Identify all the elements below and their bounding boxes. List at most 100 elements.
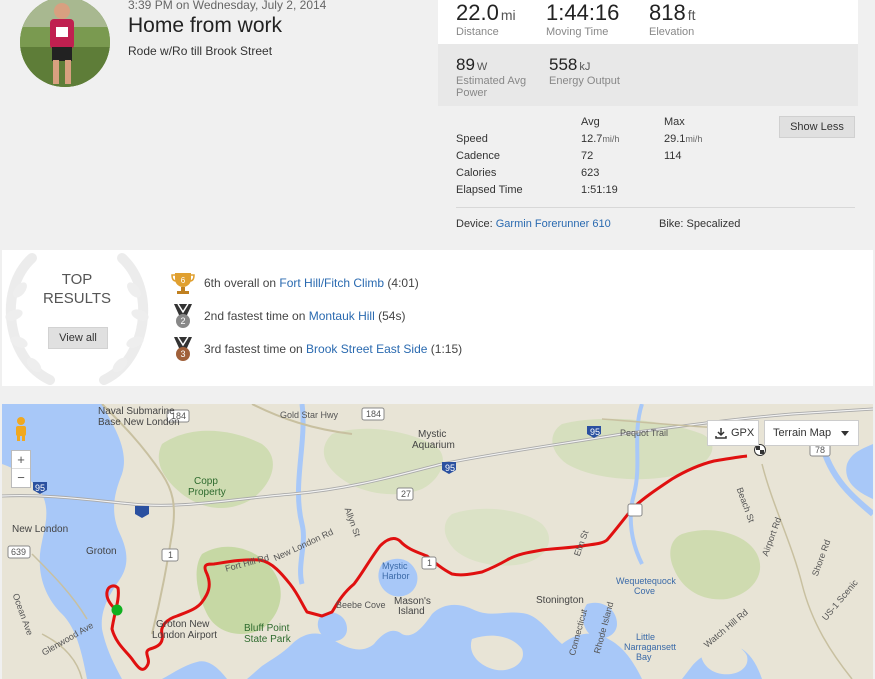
map-label: Aquarium bbox=[412, 440, 455, 451]
trophy-icon: 6 bbox=[171, 273, 195, 294]
map-label: Gold Star Hwy bbox=[280, 410, 339, 420]
map-label: State Park bbox=[244, 634, 291, 645]
caret-down-icon bbox=[841, 431, 849, 436]
details-row-cadence: Cadence 72 114 bbox=[456, 150, 856, 166]
stat-elevation: 818 ft Elevation bbox=[649, 0, 696, 38]
medal-rank: 3 bbox=[180, 349, 185, 359]
row-avg: 12.7mi/h bbox=[581, 133, 619, 145]
map-label: Mystic bbox=[382, 561, 408, 571]
result-prefix: 3rd fastest time on bbox=[204, 342, 307, 356]
segment-link[interactable]: Brook Street East Side bbox=[306, 342, 427, 356]
avg-header: Avg bbox=[581, 116, 600, 128]
row-label: Speed bbox=[456, 133, 488, 145]
zoom-out-button[interactable]: − bbox=[12, 469, 30, 487]
avatar[interactable] bbox=[20, 0, 110, 87]
result-prefix: 2nd fastest time on bbox=[204, 309, 309, 323]
map-label: Narragansett bbox=[624, 642, 677, 652]
device-link[interactable]: Garmin Forerunner 610 bbox=[496, 218, 611, 230]
download-icon bbox=[715, 428, 727, 439]
details-row-calories: Calories 623 bbox=[456, 167, 856, 183]
stat-distance-unit: mi bbox=[500, 7, 516, 23]
stats-panel: 22.0 mi Distance 1:44:16 Moving Time 818 f… bbox=[438, 0, 858, 106]
gpx-download-button[interactable]: GPX bbox=[707, 420, 759, 446]
device-info: Device: Garmin Forerunner 610 bbox=[456, 218, 611, 230]
map-label: Groton New bbox=[156, 619, 210, 630]
map-label: 184 bbox=[171, 411, 187, 421]
device-label: Device: bbox=[456, 218, 496, 230]
stat-power-label-1: Estimated Avg bbox=[456, 75, 527, 87]
result-text: 6th overall on Fort Hill/Fitch Climb (4:… bbox=[204, 270, 419, 296]
result-suffix: (54s) bbox=[374, 309, 406, 323]
stat-energy-label: Energy Output bbox=[549, 75, 620, 87]
map-label: Little bbox=[636, 632, 656, 642]
stat-distance-label: Distance bbox=[456, 26, 499, 38]
row-max: 29.1mi/h bbox=[664, 133, 702, 145]
max-speed-value: 29.1 bbox=[664, 133, 686, 145]
map-label: 639 bbox=[11, 547, 27, 557]
trophy-rank: 6 bbox=[181, 276, 186, 285]
route-finish-marker bbox=[754, 444, 766, 456]
stat-energy: 558 kJ Energy Output bbox=[549, 55, 620, 87]
map-label: 95 bbox=[35, 483, 46, 493]
map-label: 184 bbox=[366, 409, 382, 419]
stat-power-unit: W bbox=[476, 61, 488, 73]
zoom-control: + − bbox=[11, 450, 31, 488]
gpx-label: GPX bbox=[731, 427, 755, 439]
view-all-button[interactable]: View all bbox=[48, 327, 108, 349]
bike-info: Bike: Specalized bbox=[659, 218, 741, 230]
map-label: Property bbox=[188, 487, 226, 498]
pegman-icon bbox=[16, 417, 26, 441]
segment-link[interactable]: Montauk Hill bbox=[309, 309, 375, 323]
route-start-marker bbox=[111, 604, 123, 616]
zoom-in-button[interactable]: + bbox=[12, 451, 30, 469]
map-label: Naval Submarine bbox=[98, 406, 175, 417]
map-label: Cove bbox=[634, 586, 656, 596]
segment-link[interactable]: Fort Hill/Fitch Climb bbox=[279, 276, 384, 290]
result-suffix: (4:01) bbox=[384, 276, 419, 290]
map-label: Wequetequock bbox=[616, 576, 676, 586]
avg-speed-unit: mi/h bbox=[602, 134, 620, 144]
result-prefix: 6th overall on bbox=[204, 276, 280, 290]
street-view-pegman[interactable] bbox=[11, 416, 31, 442]
stat-energy-unit: kJ bbox=[579, 61, 591, 73]
row-label: Calories bbox=[456, 167, 497, 179]
map-type-dropdown[interactable]: Terrain Map bbox=[764, 420, 859, 446]
stat-elevation-label: Elevation bbox=[649, 26, 695, 38]
top-results-line1: TOP bbox=[61, 271, 93, 288]
activity-page: 3:39 PM on Wednesday, July 2, 2014 Home … bbox=[0, 0, 875, 679]
map-label: Base New London bbox=[98, 417, 180, 428]
stat-moving-time: 1:44:16 Moving Time bbox=[546, 0, 619, 38]
athlete-photo bbox=[20, 0, 110, 87]
details-divider bbox=[456, 207, 855, 208]
map-label: Groton bbox=[86, 546, 117, 557]
map-label: Mystic bbox=[418, 429, 447, 440]
activity-title: Home from work bbox=[128, 14, 283, 37]
map-label: 27 bbox=[401, 489, 412, 499]
map-label: New London bbox=[12, 524, 69, 535]
top-results-line2: RESULTS bbox=[42, 290, 112, 307]
map-label: 1 bbox=[168, 550, 174, 560]
map-label: London Airport bbox=[152, 630, 218, 641]
route-map[interactable]: Naval Submarine Base New London Gold Sta… bbox=[2, 404, 873, 679]
stat-power-label-2: Power bbox=[456, 87, 488, 99]
top-results-panel: TOP RESULTS View all 6 6th overall on Fo… bbox=[2, 250, 873, 386]
avg-cadence-value: 72 bbox=[581, 150, 594, 162]
map-type-label: Terrain Map bbox=[773, 427, 832, 439]
elapsed-time-value: 1:51:19 bbox=[581, 184, 618, 196]
show-less-button[interactable]: Show Less bbox=[779, 116, 855, 138]
bronze-medal-icon: 3 bbox=[174, 336, 192, 361]
medal-rank: 2 bbox=[180, 316, 185, 326]
map-label: Island bbox=[398, 606, 425, 617]
map-label: Bay bbox=[636, 652, 652, 662]
activity-header: 3:39 PM on Wednesday, July 2, 2014 Home … bbox=[0, 0, 875, 248]
row-label: Elapsed Time bbox=[456, 184, 523, 196]
silver-medal-icon: 2 bbox=[174, 303, 192, 328]
max-cadence-value: 114 bbox=[664, 150, 682, 162]
result-text: 2nd fastest time on Montauk Hill (54s) bbox=[204, 303, 405, 329]
stat-distance-value: 22.0 bbox=[456, 0, 499, 25]
map-label: Copp bbox=[194, 476, 218, 487]
map-label: 95 bbox=[445, 463, 456, 473]
max-speed-unit: mi/h bbox=[685, 134, 703, 144]
map-label: Beebe Cove bbox=[336, 600, 386, 610]
map-label: 78 bbox=[815, 445, 826, 455]
